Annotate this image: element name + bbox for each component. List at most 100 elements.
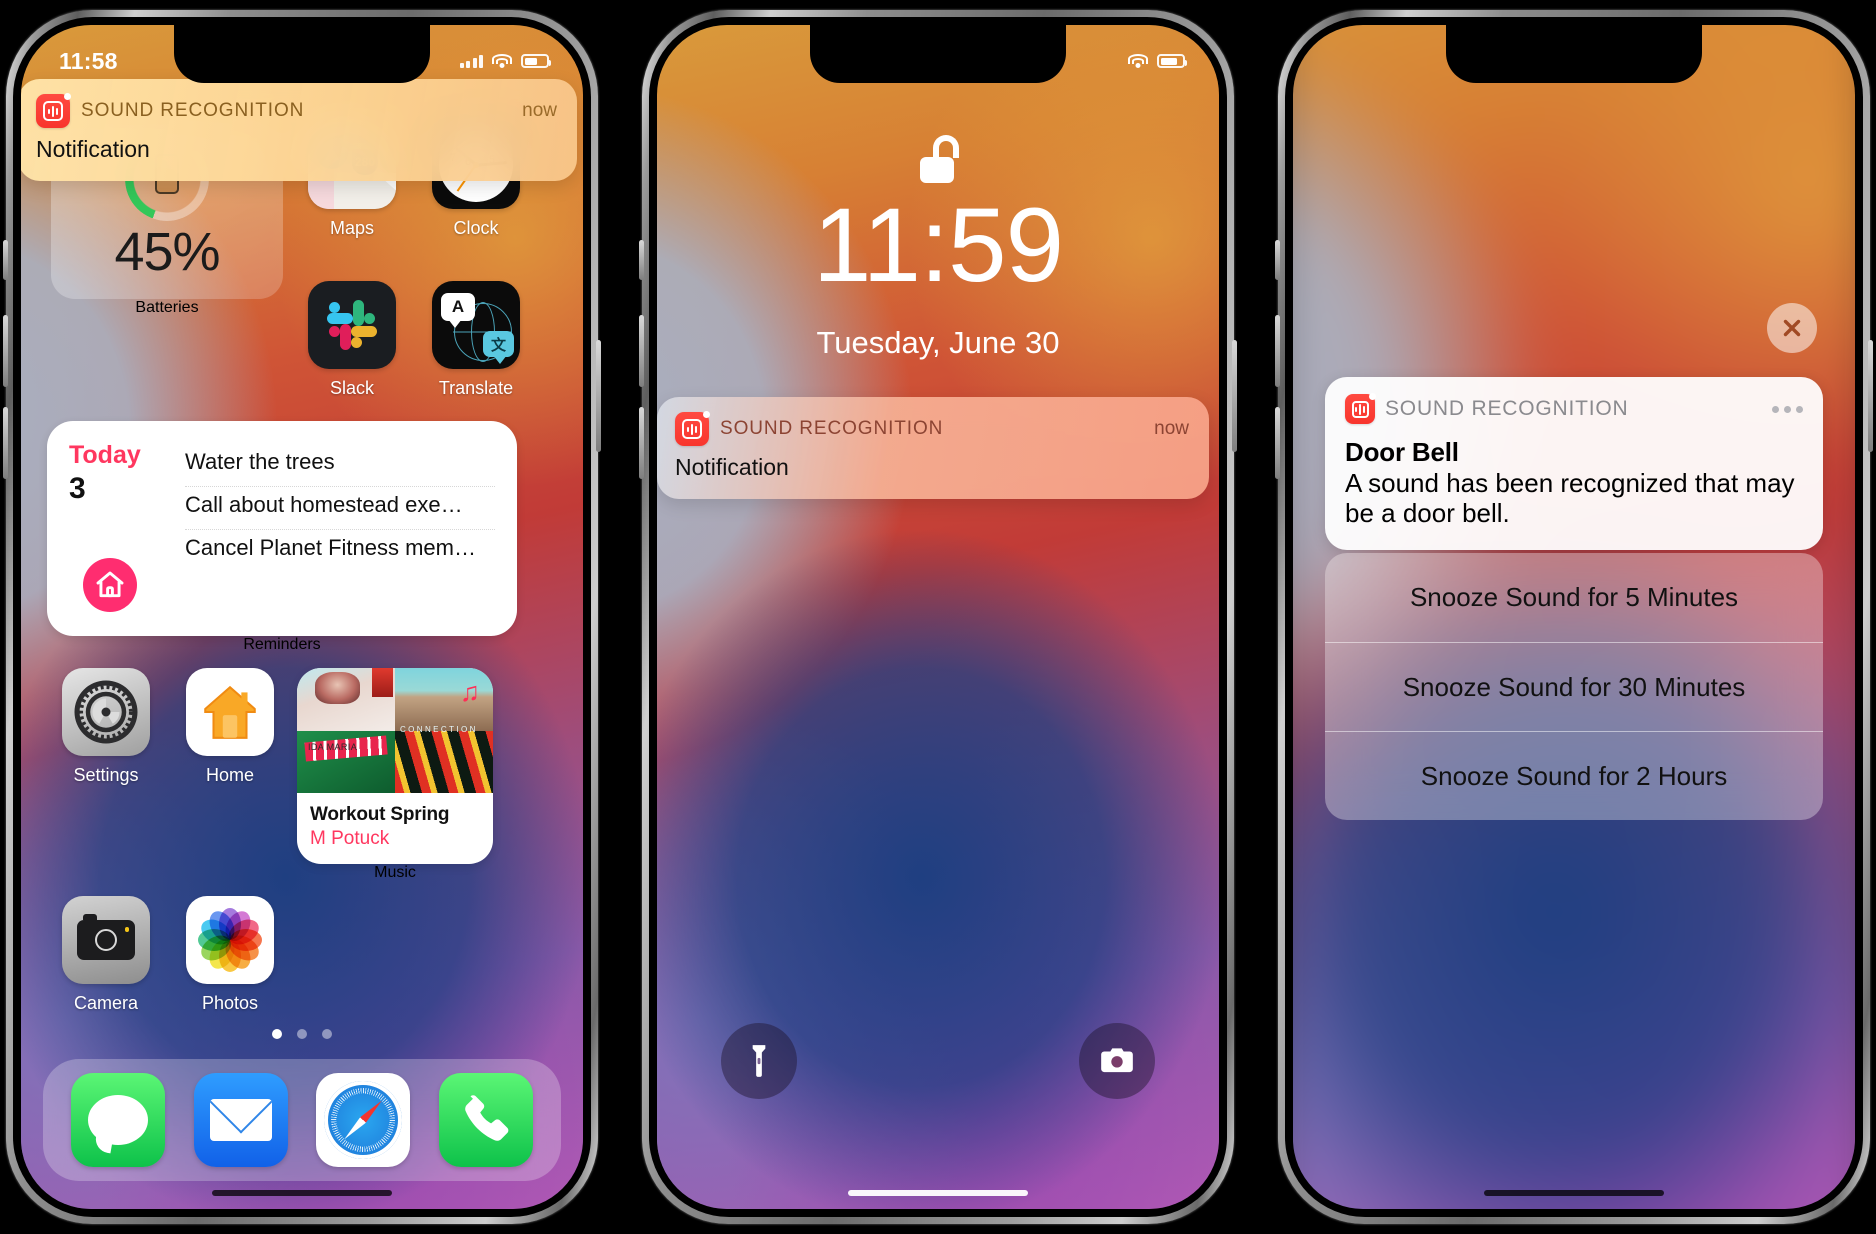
mute-switch[interactable] (1275, 240, 1280, 280)
album-art (297, 668, 395, 731)
phone-notification-actions: SOUND RECOGNITION Door Bell A sound has … (1275, 10, 1873, 1224)
notch (1446, 25, 1702, 83)
unlocked-padlock-icon (914, 135, 962, 183)
page-dot[interactable] (272, 1029, 282, 1039)
reminders-widget[interactable]: Today 3 Water the trees Call about homes… (47, 421, 517, 654)
home-row-3: Settings Home IDA MARIA CONNECTION ♫ Wor… (47, 668, 561, 882)
flashlight-button[interactable] (721, 1023, 797, 1099)
screenshot-stage: 11:58 45% Batteries Maps Clock Slack A 文… (0, 0, 1876, 1234)
page-dot[interactable] (297, 1029, 307, 1039)
music-widget-card[interactable]: IDA MARIA CONNECTION ♫ Workout Spring M … (297, 668, 493, 864)
translate-cjk-letter: 文 (483, 331, 514, 364)
album-art-text: IDA MARIA (308, 742, 358, 752)
phone-lock-screen: 11:59 Tuesday, June 30 SOUND RECOGNITION… (639, 10, 1237, 1224)
app-label-slack: Slack (329, 378, 374, 398)
app-label-translate: Translate (438, 378, 514, 398)
page-dot[interactable] (322, 1029, 332, 1039)
home-screen: 45% Batteries 280 Maps (21, 25, 583, 1209)
phone-icon[interactable] (438, 1073, 533, 1167)
notification-message: A sound has been recognized that may be … (1345, 468, 1795, 528)
wifi-icon (492, 53, 512, 69)
app-label-camera: Camera (73, 993, 139, 1013)
volume-up-button[interactable] (3, 315, 8, 387)
notch (174, 25, 430, 83)
side-power-button[interactable] (596, 340, 601, 452)
home-indicator[interactable] (848, 1190, 1028, 1196)
app-label-settings: Settings (73, 765, 139, 785)
notification-app-name: SOUND RECOGNITION (1385, 397, 1629, 420)
volume-down-button[interactable] (639, 407, 644, 479)
battery-icon (1157, 54, 1187, 68)
lock-screen-time: 11:59 (813, 187, 1064, 304)
more-options-icon[interactable] (1772, 405, 1803, 413)
reminders-today-label: Today (69, 441, 141, 469)
volume-down-button[interactable] (3, 407, 8, 479)
reminder-item[interactable]: Call about homestead exe… (185, 487, 495, 529)
reminders-widget-card[interactable]: Today 3 Water the trees Call about homes… (47, 421, 517, 636)
app-home[interactable]: Home (171, 668, 289, 786)
battery-percent: 45% (114, 222, 220, 282)
home-reminders-icon (83, 558, 137, 612)
phone1-screen: 11:58 45% Batteries Maps Clock Slack A 文… (21, 25, 583, 1209)
app-settings[interactable]: Settings (47, 668, 165, 786)
album-art (395, 730, 493, 793)
translate-latin-letter: A (441, 293, 475, 328)
notification-body: Notification (675, 454, 789, 480)
translate-icon: A 文 (432, 281, 520, 369)
notification-banner[interactable]: SOUND RECOGNITION now Notification (21, 79, 577, 181)
photos-icon (186, 896, 274, 984)
battery-icon (521, 54, 551, 68)
album-art (297, 730, 395, 793)
expanded-notification[interactable]: SOUND RECOGNITION Door Bell A sound has … (1325, 377, 1823, 551)
volume-up-button[interactable] (1275, 315, 1280, 387)
app-translate[interactable]: A 文 Translate (417, 281, 535, 399)
side-power-button[interactable] (1868, 340, 1873, 452)
side-power-button[interactable] (1232, 340, 1237, 452)
volume-up-button[interactable] (639, 315, 644, 387)
album-art-text: CONNECTION (400, 725, 478, 734)
snooze-30-minutes-button[interactable]: Snooze Sound for 30 Minutes (1325, 642, 1823, 731)
notification-time: now (522, 100, 557, 121)
reminders-task-list: Water the trees Call about homestead exe… (185, 441, 495, 616)
mail-icon[interactable] (193, 1073, 288, 1167)
volume-down-button[interactable] (1275, 407, 1280, 479)
notification-time: now (1154, 418, 1189, 439)
sound-recognition-icon (36, 93, 71, 128)
app-photos[interactable]: Photos (171, 896, 289, 1014)
app-camera[interactable]: Camera (47, 896, 165, 1014)
cellular-signal-icon (459, 54, 483, 68)
safari-icon[interactable] (316, 1073, 411, 1167)
mute-switch[interactable] (3, 240, 8, 280)
phone3-screen: SOUND RECOGNITION Door Bell A sound has … (1293, 25, 1855, 1209)
app-label-photos: Photos (201, 993, 259, 1013)
messages-icon[interactable] (71, 1073, 166, 1167)
app-label-clock: Clock (453, 218, 499, 238)
camera-icon (1101, 1048, 1133, 1073)
reminder-item[interactable]: Water the trees (185, 444, 495, 486)
music-track-title: Workout Spring (310, 804, 450, 825)
phone2-screen: 11:59 Tuesday, June 30 SOUND RECOGNITION… (657, 25, 1219, 1209)
camera-button[interactable] (1079, 1023, 1155, 1099)
app-slack[interactable]: Slack (293, 281, 411, 399)
app-label-home: Home (205, 765, 254, 785)
reminder-item[interactable]: Cancel Planet Fitness mem… (185, 530, 495, 572)
close-button[interactable] (1767, 303, 1817, 353)
home-indicator[interactable] (1484, 1190, 1664, 1196)
reminders-count: 3 (69, 472, 86, 505)
status-time: 11:58 (59, 47, 118, 74)
notification-banner[interactable]: SOUND RECOGNITION now Notification (657, 397, 1209, 499)
music-widget[interactable]: IDA MARIA CONNECTION ♫ Workout Spring M … (295, 668, 495, 882)
home-indicator[interactable] (212, 1190, 392, 1196)
mute-switch[interactable] (639, 240, 644, 280)
camera-icon (62, 896, 150, 984)
dock (43, 1059, 561, 1181)
phone-home-screen: 11:58 45% Batteries Maps Clock Slack A 文… (3, 10, 601, 1224)
music-artist: M Potuck (310, 828, 390, 849)
snooze-5-minutes-button[interactable]: Snooze Sound for 5 Minutes (1325, 553, 1823, 642)
sound-recognition-icon (675, 411, 710, 446)
home-icon (186, 668, 274, 756)
snooze-2-hours-button[interactable]: Snooze Sound for 2 Hours (1325, 731, 1823, 820)
status-indicators (459, 53, 551, 69)
page-indicator[interactable] (21, 1029, 583, 1039)
notification-header: SOUND RECOGNITION (1345, 393, 1803, 424)
